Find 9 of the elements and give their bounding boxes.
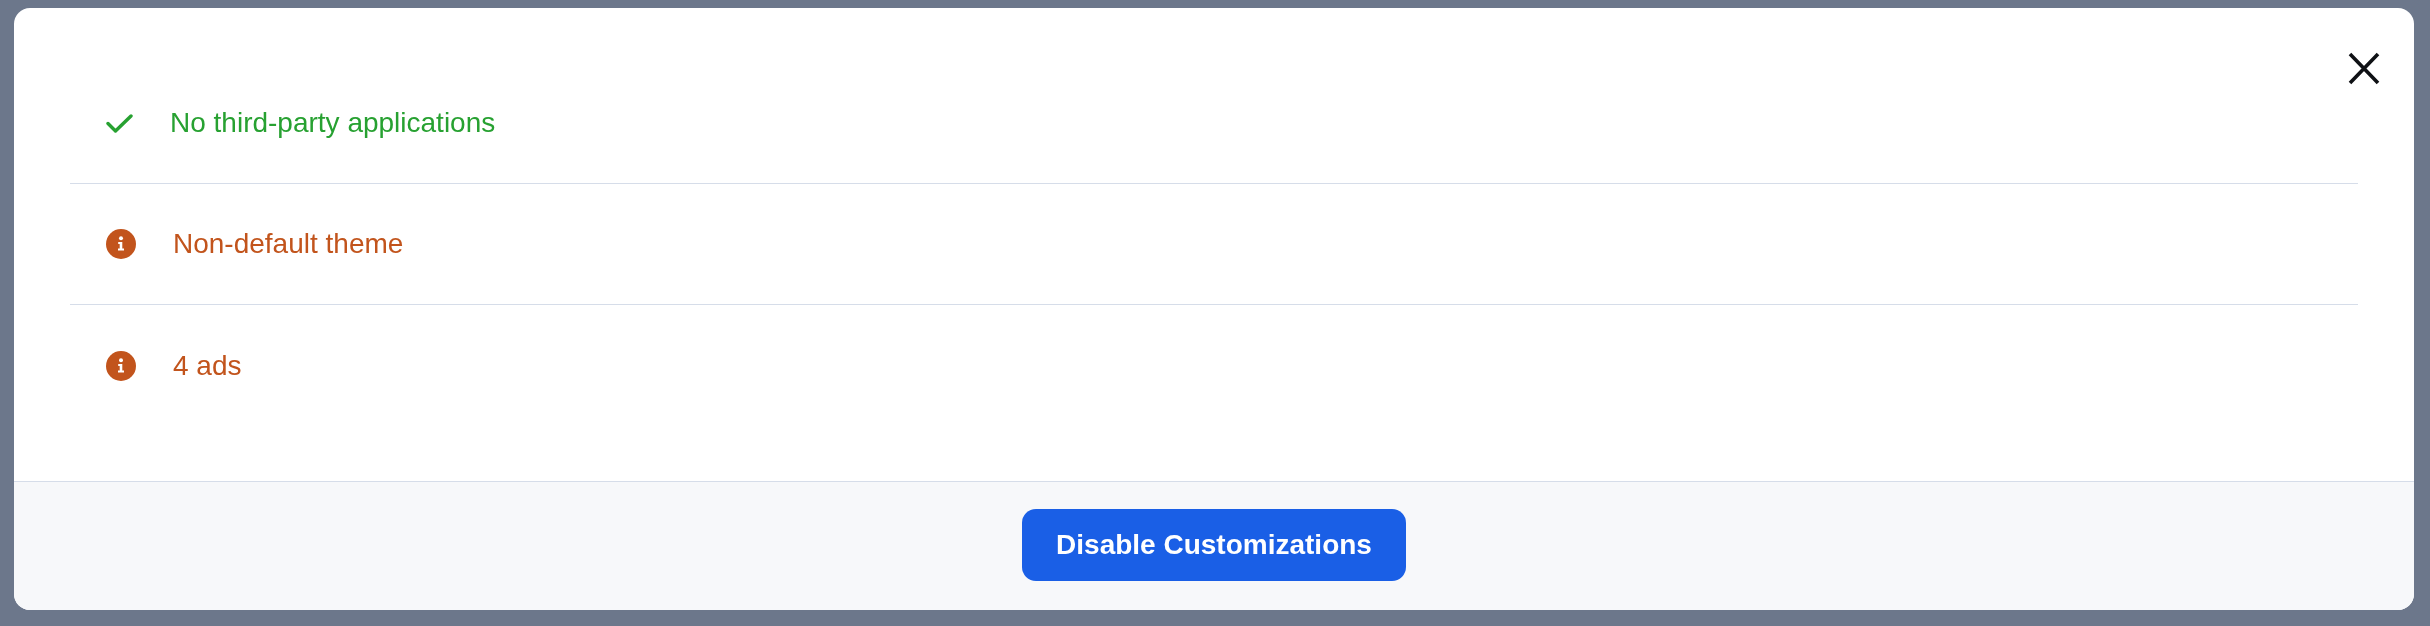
- check-result-text: No third-party applications: [170, 106, 496, 140]
- check-result-text: 4 ads: [173, 348, 242, 383]
- info-icon: [106, 229, 136, 259]
- check-result-text: Non-default theme: [173, 227, 404, 261]
- close-icon: [2348, 52, 2380, 85]
- checkmark-icon: [106, 113, 133, 133]
- disable-customizations-button[interactable]: Disable Customizations: [1022, 509, 1406, 581]
- info-icon: [106, 350, 136, 381]
- close-button[interactable]: [2348, 52, 2380, 85]
